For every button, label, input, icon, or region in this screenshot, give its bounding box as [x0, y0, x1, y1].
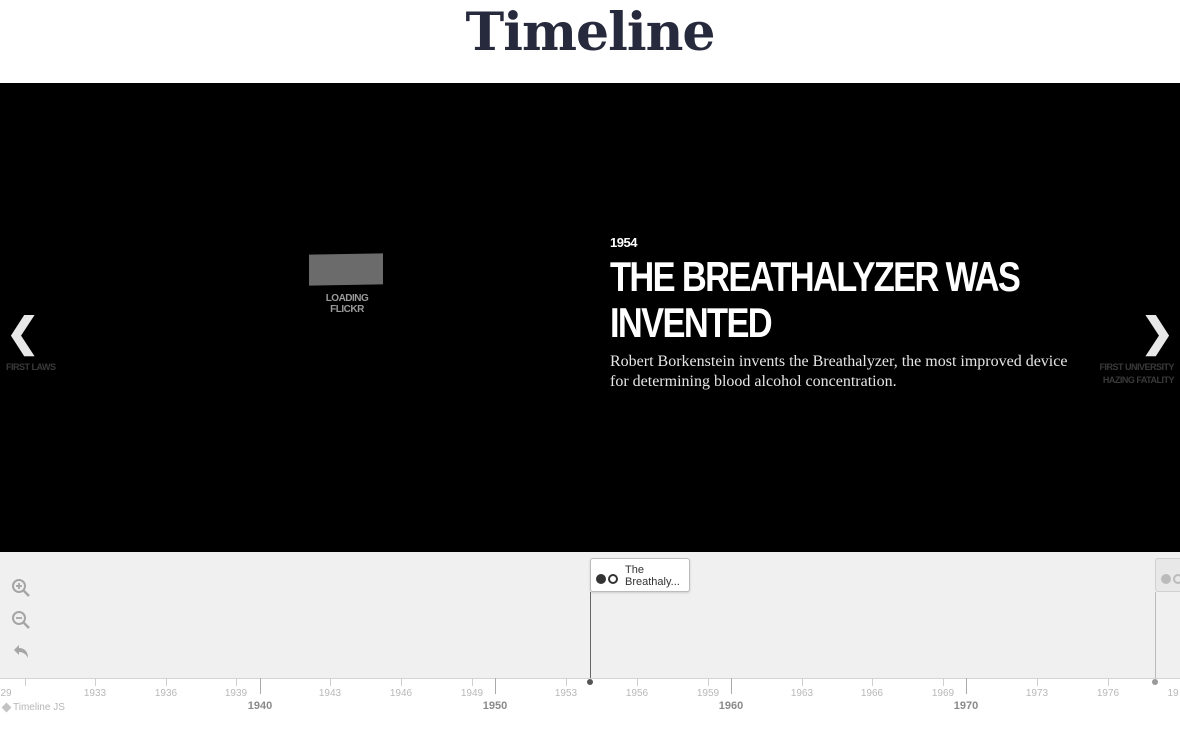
axis-marker-point [1152, 679, 1158, 685]
marker-label-line-2: Breathaly... [625, 576, 680, 588]
marker-dots-next [1161, 571, 1180, 589]
zoom-out-icon [12, 611, 30, 629]
axis-tick [566, 678, 567, 686]
axis-tick-label: 1959 [696, 688, 720, 699]
back-to-start-button[interactable] [11, 642, 31, 662]
next-slide-label-line-2: HAZING FATALITY [1102, 375, 1175, 385]
timeline-marker-breathalyzer[interactable]: The Breathaly... [590, 558, 690, 592]
axis-tick-label: 1946 [389, 688, 413, 699]
axis-tick-label: 1969 [931, 688, 955, 699]
axis-tick [401, 678, 402, 686]
axis-tick-label: 1933 [83, 688, 107, 699]
axis-tick-label: 1949 [460, 688, 484, 699]
axis-tick [166, 678, 167, 686]
axis-tick-label: 29 [0, 688, 12, 699]
axis-major-tick [731, 678, 732, 694]
marker-dot-icon [596, 574, 606, 584]
slide-text: 1954 THE BREATHALYZER WAS INVENTED Rober… [610, 235, 1080, 392]
axis-marker-point [587, 679, 593, 685]
axis-tick [708, 678, 709, 686]
axis-tick-label: 1956 [625, 688, 649, 699]
axis-tick-label: 1953 [554, 688, 578, 699]
axis-tick-label: 1973 [1025, 688, 1049, 699]
axis-major-tick [495, 678, 496, 694]
axis-tick-label: 1963 [790, 688, 814, 699]
slide-body: Robert Borkenstein invents the Breathaly… [610, 353, 1068, 390]
axis-tick [472, 678, 473, 686]
zoom-out-button[interactable] [11, 610, 31, 630]
marker-dots [596, 571, 618, 589]
previous-slide-label: FIRST LAWS [6, 362, 56, 372]
chevron-right-icon: ❯ [1140, 311, 1174, 355]
axis-tick-label: 1943 [318, 688, 342, 699]
axis-tick [236, 678, 237, 686]
slide-headline: THE BREATHALYZER WAS INVENTED [610, 253, 1021, 346]
page-title: Timeline [465, 2, 716, 63]
next-slide-label-line-1: FIRST UNIVERSITY [1099, 362, 1174, 372]
timelinejs-logo-icon [1, 702, 12, 713]
axis-tick-label: 1966 [860, 688, 884, 699]
slider-panel: LOADING FLICKR 1954 THE BREATHALYZER WAS… [0, 83, 1180, 552]
flickr-loader: LOADING FLICKR [309, 253, 385, 315]
brand-label: Timeline JS [13, 702, 65, 713]
axis-tick [330, 678, 331, 686]
axis-tick-label: 1936 [154, 688, 178, 699]
next-slide-button[interactable]: ❯ FIRST UNIVERSITY HAZING FATALITY [1084, 313, 1174, 387]
marker-label: The Breathaly... [625, 564, 687, 588]
previous-slide-button[interactable]: ❮ FIRST LAWS [6, 313, 76, 374]
axis-tick [25, 678, 26, 686]
axis-tick [1108, 678, 1109, 686]
axis-major-tick [966, 678, 967, 694]
axis-tick [802, 678, 803, 686]
marker-line [590, 592, 591, 680]
axis-tick-label: 1976 [1096, 688, 1120, 699]
undo-icon [14, 645, 28, 658]
marker-line-next [1155, 592, 1156, 680]
axis-tick [943, 678, 944, 686]
marker-label-line-1: The [625, 564, 644, 576]
axis-tick [1037, 678, 1038, 686]
marker-ring-icon [608, 574, 618, 584]
next-slide-label: FIRST UNIVERSITY HAZING FATALITY [1084, 361, 1174, 387]
flickr-loading-label: LOADING FLICKR [325, 293, 369, 315]
axis-tick-label: 1939 [224, 688, 248, 699]
axis-tick [872, 678, 873, 686]
chevron-left-icon: ❮ [6, 311, 40, 355]
axis-major-label: 1950 [482, 700, 508, 712]
zoom-in-button[interactable] [11, 578, 31, 598]
axis-major-tick [260, 678, 261, 694]
axis-major-label: 1960 [718, 700, 744, 712]
time-axis: 29 1933 1936 1939 1943 1946 1949 1953 19… [0, 678, 1180, 732]
axis-major-label: 1970 [953, 700, 979, 712]
timelinejs-brand-link[interactable]: Timeline JS [1, 702, 65, 713]
axis-tick-label: 19 [1167, 688, 1179, 699]
marker-ring-icon [1173, 574, 1180, 584]
axis-tick [637, 678, 638, 686]
axis-major-label: 1940 [247, 700, 273, 712]
timeline-marker-next[interactable] [1155, 558, 1180, 592]
marker-dot-icon [1161, 574, 1171, 584]
slide-date: 1954 [610, 235, 637, 250]
flickr-placeholder-image [309, 253, 383, 286]
zoom-in-icon [12, 579, 30, 597]
axis-tick [95, 678, 96, 686]
